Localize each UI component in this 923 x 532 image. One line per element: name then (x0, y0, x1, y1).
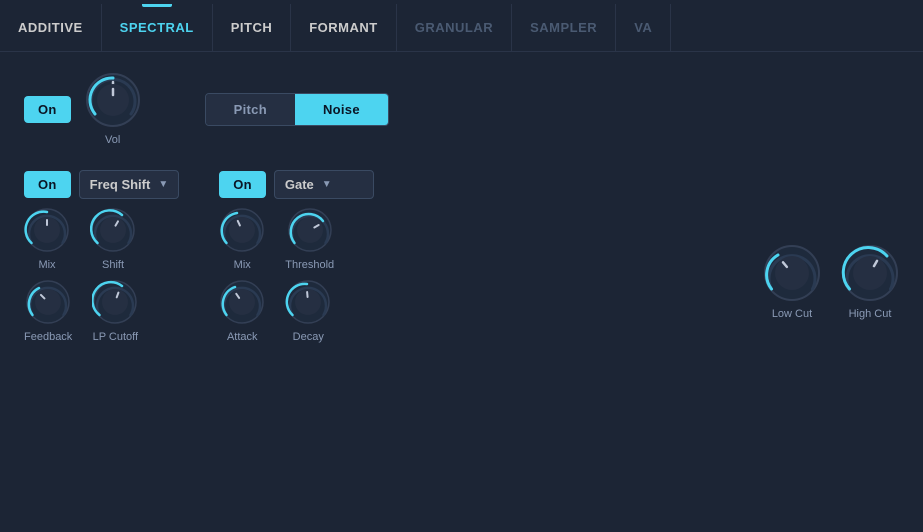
noise-button[interactable]: Noise (295, 94, 388, 125)
low-cut-label: Low Cut (772, 308, 812, 320)
gate-dropdown[interactable]: Gate ▼ (274, 170, 374, 199)
high-cut-label: High Cut (849, 308, 892, 320)
pitch-button[interactable]: Pitch (206, 94, 295, 125)
lp-cutoff-knob[interactable] (92, 279, 138, 325)
freq-mix-knob-container: Mix (24, 207, 70, 271)
shift-knob[interactable] (90, 207, 136, 253)
freq-shift-knobs-bottom: Feedback LP Cu (24, 279, 179, 343)
shift-label: Shift (102, 259, 124, 271)
low-cut-knob[interactable] (763, 244, 821, 302)
decay-label: Decay (293, 331, 324, 343)
feedback-knob-container: Feedback (24, 279, 72, 343)
tab-va[interactable]: VA (616, 4, 671, 51)
decay-knob[interactable] (285, 279, 331, 325)
tab-bar: ADDITIVE SPECTRAL PITCH FORMANT GRANULAR… (0, 0, 923, 52)
shift-knob-container: Shift (90, 207, 136, 271)
threshold-knob[interactable] (287, 207, 333, 253)
attack-knob-container: Attack (219, 279, 265, 343)
gate-mix-knob[interactable] (219, 207, 265, 253)
tab-spectral[interactable]: SPECTRAL (102, 4, 213, 51)
threshold-label: Threshold (285, 259, 334, 271)
gate-on-button[interactable]: On (219, 171, 266, 198)
freq-shift-dropdown[interactable]: Freq Shift ▼ (79, 170, 180, 199)
lp-cutoff-label: LP Cutoff (93, 331, 138, 343)
gate-section: On Gate ▼ (219, 170, 374, 343)
attack-label: Attack (227, 331, 258, 343)
vol-knob-container: Vol (85, 72, 141, 146)
on-button-main[interactable]: On (24, 96, 71, 123)
vol-knob[interactable] (85, 72, 141, 128)
filter-knobs: Low Cut High C (763, 244, 899, 320)
tab-sampler[interactable]: SAMPLER (512, 4, 616, 51)
freq-mix-knob[interactable] (24, 207, 70, 253)
gate-knobs-bottom: Attack Decay (219, 279, 374, 343)
freq-shift-section: On Freq Shift ▼ (24, 170, 179, 343)
freq-mix-label: Mix (38, 259, 55, 271)
lp-cutoff-knob-container: LP Cutoff (92, 279, 138, 343)
gate-header: On Gate ▼ (219, 170, 374, 199)
high-cut-knob[interactable] (841, 244, 899, 302)
low-cut-knob-container: Low Cut (763, 244, 821, 320)
gate-knobs-top: Mix Threshold (219, 207, 374, 271)
tab-formant[interactable]: FORMANT (291, 4, 397, 51)
freq-shift-on-button[interactable]: On (24, 171, 71, 198)
feedback-label: Feedback (24, 331, 72, 343)
freq-shift-header: On Freq Shift ▼ (24, 170, 179, 199)
tab-granular[interactable]: GRANULAR (397, 4, 512, 51)
gate-mix-label: Mix (234, 259, 251, 271)
pitch-noise-selector: Pitch Noise (205, 93, 389, 126)
main-content: On (0, 52, 923, 532)
app-container: ADDITIVE SPECTRAL PITCH FORMANT GRANULAR… (0, 0, 923, 532)
vol-label: Vol (105, 134, 120, 146)
tab-additive[interactable]: ADDITIVE (0, 4, 102, 51)
high-cut-knob-container: High Cut (841, 244, 899, 320)
gate-mix-knob-container: Mix (219, 207, 265, 271)
chevron-down-icon: ▼ (158, 179, 168, 190)
filter-panel: Low Cut High C (763, 170, 899, 343)
attack-knob[interactable] (219, 279, 265, 325)
freq-shift-knobs-top: Mix Shift (24, 207, 179, 271)
tab-pitch[interactable]: PITCH (213, 4, 292, 51)
gate-chevron-icon: ▼ (322, 179, 332, 190)
threshold-knob-container: Threshold (285, 207, 334, 271)
decay-knob-container: Decay (285, 279, 331, 343)
feedback-knob[interactable] (25, 279, 71, 325)
